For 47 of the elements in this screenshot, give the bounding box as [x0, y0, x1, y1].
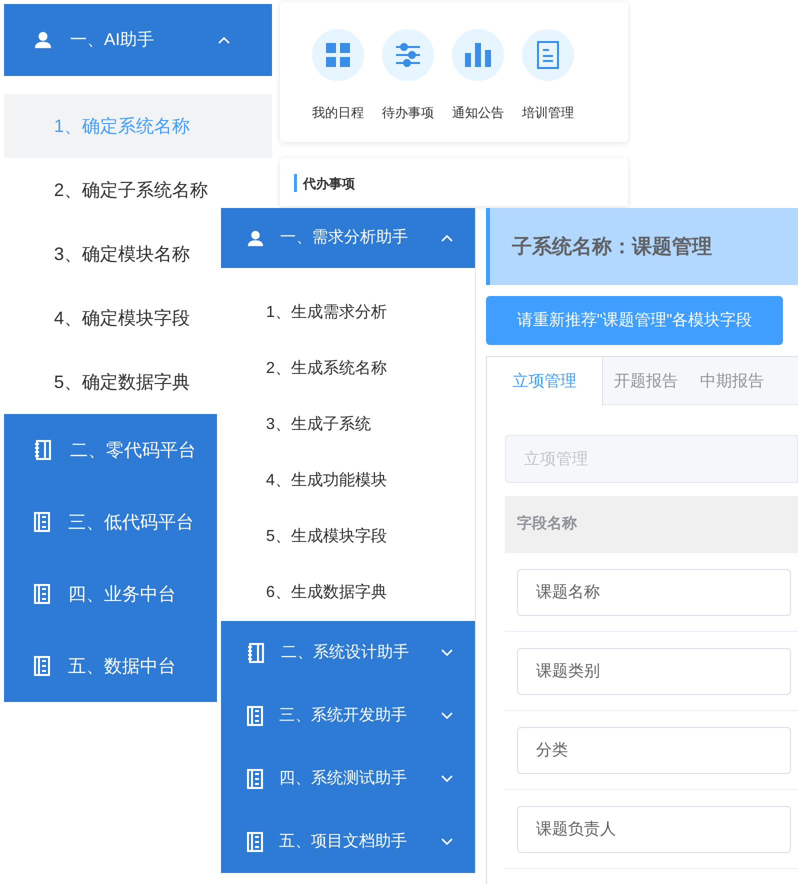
menu-item[interactable]: 2、生成系统名称: [221, 341, 475, 397]
shortcut-label[interactable]: 待办事项: [382, 103, 434, 122]
menu-group[interactable]: 五、数据中台: [68, 652, 176, 680]
grid-icon: [326, 43, 350, 67]
chevron-down-icon: [441, 774, 453, 782]
chevron-down-icon: [441, 648, 453, 656]
menu-item[interactable]: 3、生成子系统: [221, 397, 475, 453]
menu-group[interactable]: 五、项目文档助手: [221, 810, 475, 873]
menu-header[interactable]: 一、需求分析助手: [221, 208, 475, 268]
field-input[interactable]: 课题类别: [517, 648, 791, 695]
notebook-icon: [34, 440, 52, 460]
shortcut-label[interactable]: 我的日程: [312, 103, 364, 122]
document-icon: [537, 41, 559, 69]
sliders-icon: [395, 43, 421, 67]
document-icon: [247, 768, 263, 788]
user-icon: [34, 31, 52, 49]
menu-group[interactable]: 三、系统开发助手: [221, 684, 475, 747]
menu-item[interactable]: 1、生成需求分析: [221, 285, 475, 341]
field-input[interactable]: 课题名称: [517, 569, 791, 616]
chevron-up-icon: [218, 36, 230, 44]
menu-item[interactable]: 4、生成功能模块: [221, 453, 475, 509]
field-input[interactable]: 分类: [517, 727, 791, 774]
shortcut-label[interactable]: 培训管理: [522, 103, 574, 122]
user-icon: [247, 230, 264, 246]
document-icon: [34, 656, 50, 676]
document-icon: [34, 512, 50, 532]
chevron-up-icon: [441, 234, 453, 242]
menu-group[interactable]: 四、业务中台: [68, 580, 176, 608]
todo-title: 代办事项: [303, 175, 355, 193]
menu-item[interactable]: 6、生成数据字典: [221, 565, 475, 621]
chevron-down-icon: [441, 712, 453, 720]
subsystem-title: 子系统名称：课题管理: [512, 234, 712, 260]
document-icon: [247, 706, 263, 726]
menu-group[interactable]: 二、系统设计助手: [221, 621, 475, 684]
shortcut-label[interactable]: 通知公告: [452, 103, 504, 122]
menu-group[interactable]: 二、零代码平台: [70, 436, 196, 464]
column-header: 字段名称: [517, 514, 577, 534]
document-icon: [34, 584, 50, 604]
chevron-down-icon: [441, 838, 453, 846]
field-input[interactable]: 课题负责人: [517, 806, 791, 853]
document-icon: [247, 832, 263, 852]
menu-item[interactable]: 5、生成模块字段: [221, 509, 475, 565]
menu-header[interactable]: 一、AI助手: [4, 4, 272, 76]
menu-group[interactable]: 四、系统测试助手: [221, 747, 475, 810]
menu-group[interactable]: 三、低代码平台: [68, 508, 194, 536]
bar-chart-icon: [465, 43, 491, 67]
notebook-icon: [247, 642, 265, 662]
